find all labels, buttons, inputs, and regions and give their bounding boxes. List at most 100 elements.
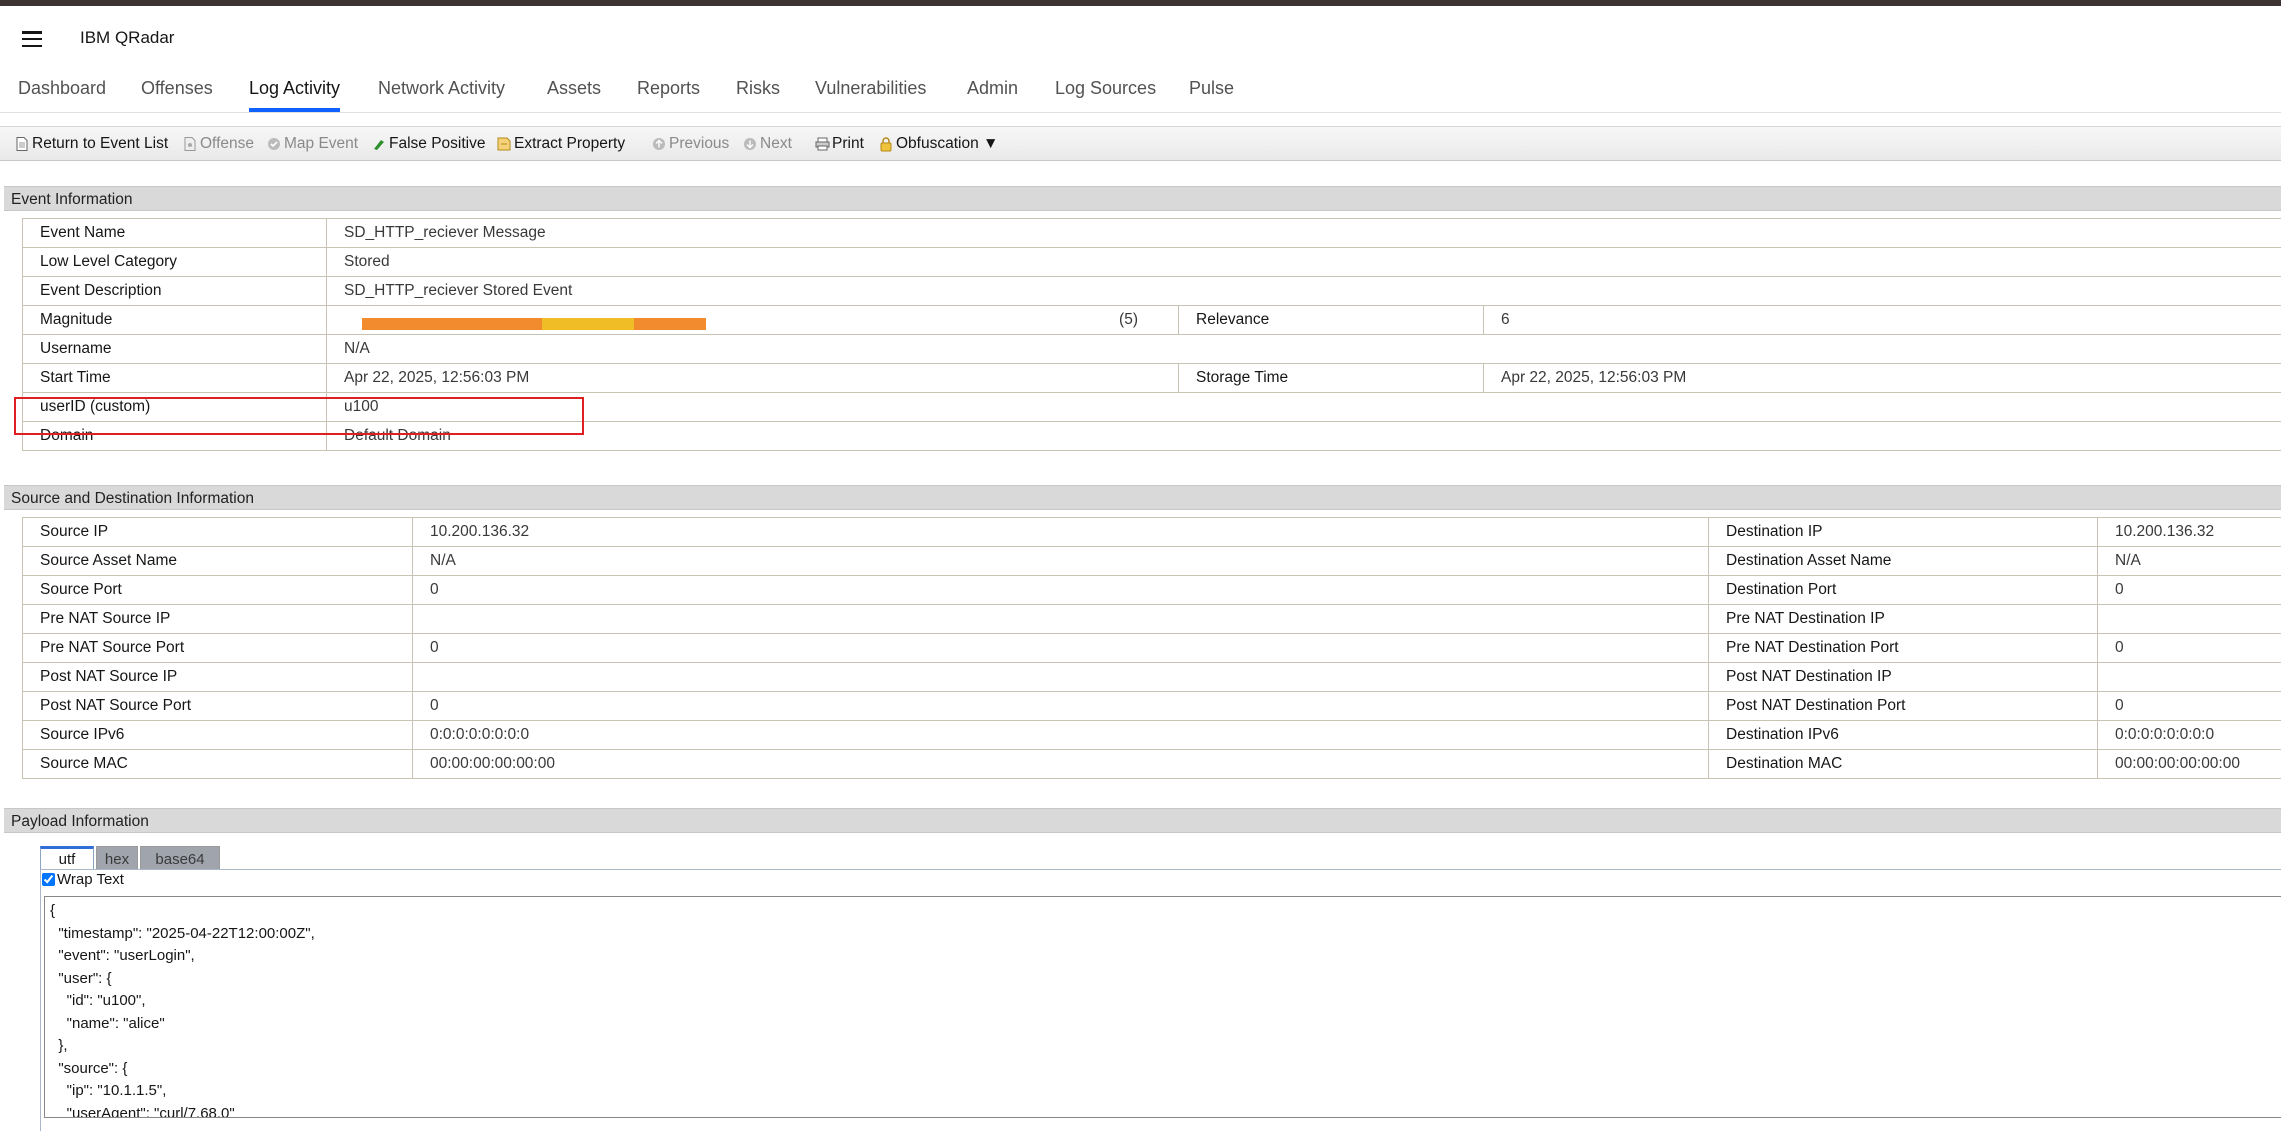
tab-pulse[interactable]: Pulse [1189, 78, 1234, 99]
event-toolbar: Return to Event List Offense Map Event F… [0, 126, 2281, 161]
domain-value: Default Domain [325, 421, 2281, 451]
source-asset-value: N/A [412, 546, 1709, 576]
dest-port-value: 0 [2097, 575, 2281, 605]
return-to-event-list-button[interactable]: Return to Event List [15, 135, 168, 153]
source-asset-label: Source Asset Name [22, 546, 413, 576]
table-row: Event Name SD_HTTP_reciever Message [22, 218, 2281, 248]
post-nat-source-port-label: Post NAT Source Port [22, 691, 413, 721]
obfuscation-dropdown[interactable]: Obfuscation ▼ [879, 135, 998, 153]
tab-hex[interactable]: hex [96, 846, 138, 870]
event-description-value: SD_HTTP_reciever Stored Event [325, 276, 2281, 306]
username-value: N/A [325, 334, 2281, 364]
app-header: IBM QRadar [0, 6, 2281, 70]
table-row: Source IPv6 0:0:0:0:0:0:0:0 Destination … [22, 720, 2281, 750]
username-label: Username [22, 334, 327, 364]
table-row: Domain Default Domain [22, 421, 2281, 451]
magnitude-bar-segment [542, 318, 634, 330]
source-port-label: Source Port [22, 575, 413, 605]
source-destination-header: Source and Destination Information [4, 485, 2281, 510]
table-row: Event Description SD_HTTP_reciever Store… [22, 276, 2281, 306]
storage-time-label: Storage Time [1178, 363, 1484, 393]
table-row: Post NAT Source Port 0 Post NAT Destinat… [22, 691, 2281, 721]
dest-asset-label: Destination Asset Name [1708, 546, 2098, 576]
low-level-category-value: Stored [325, 247, 2281, 277]
tab-dashboard[interactable]: Dashboard [18, 78, 106, 99]
source-destination-table: Source IP 10.200.136.32 Destination IP 1… [22, 517, 2281, 779]
table-row: Username N/A [22, 334, 2281, 364]
tab-network-activity[interactable]: Network Activity [378, 78, 505, 99]
tab-log-activity[interactable]: Log Activity [249, 78, 341, 112]
event-information-header: Event Information [4, 186, 2281, 211]
hamburger-menu-icon[interactable] [22, 31, 42, 48]
post-nat-source-port-value: 0 [412, 691, 1709, 721]
previous-button[interactable]: Previous [652, 135, 729, 153]
tab-admin[interactable]: Admin [967, 78, 1018, 99]
dest-ipv6-value: 0:0:0:0:0:0:0:0 [2097, 720, 2281, 750]
tab-assets[interactable]: Assets [547, 78, 601, 99]
event-name-label: Event Name [22, 218, 327, 248]
tab-vulnerabilities[interactable]: Vulnerabilities [815, 78, 926, 99]
false-positive-icon [372, 137, 386, 152]
post-nat-dest-ip-label: Post NAT Destination IP [1708, 662, 2098, 692]
pre-nat-dest-port-label: Pre NAT Destination Port [1708, 633, 2098, 663]
pre-nat-dest-port-value: 0 [2097, 633, 2281, 663]
pre-nat-source-ip-value [412, 604, 1709, 634]
wrap-text-label: Wrap Text [57, 871, 124, 888]
relevance-label: Relevance [1178, 305, 1484, 335]
tab-risks[interactable]: Risks [736, 78, 780, 99]
dest-mac-value: 00:00:00:00:00:00 [2097, 749, 2281, 779]
source-mac-label: Source MAC [22, 749, 413, 779]
payload-content[interactable]: { "timestamp": "2025-04-22T12:00:00Z", "… [44, 896, 2281, 1118]
next-button[interactable]: Next [743, 135, 792, 153]
dest-asset-value: N/A [2097, 546, 2281, 576]
post-nat-dest-port-label: Post NAT Destination Port [1708, 691, 2098, 721]
main-nav: Dashboard Offenses Log Activity Network … [0, 70, 2281, 113]
false-positive-button[interactable]: False Positive [372, 135, 485, 153]
dest-port-label: Destination Port [1708, 575, 2098, 605]
start-time-value: Apr 22, 2025, 12:56:03 PM [326, 363, 1179, 393]
table-row: Source MAC 00:00:00:00:00:00 Destination… [22, 749, 2281, 779]
tab-log-sources[interactable]: Log Sources [1055, 78, 1156, 99]
userid-label: userID (custom) [22, 392, 327, 422]
tab-base64[interactable]: base64 [140, 846, 220, 870]
source-port-value: 0 [412, 575, 1709, 605]
table-row: Source IP 10.200.136.32 Destination IP 1… [22, 517, 2281, 547]
domain-label: Domain [22, 421, 327, 451]
source-mac-value: 00:00:00:00:00:00 [412, 749, 1709, 779]
table-row: Source Port 0 Destination Port 0 [22, 575, 2281, 605]
source-ipv6-value: 0:0:0:0:0:0:0:0 [412, 720, 1709, 750]
table-row: Post NAT Source IP Post NAT Destination … [22, 662, 2281, 692]
printer-icon [815, 137, 830, 152]
wrap-text-checkbox[interactable] [42, 873, 55, 886]
post-nat-source-ip-label: Post NAT Source IP [22, 662, 413, 692]
dest-ipv6-label: Destination IPv6 [1708, 720, 2098, 750]
relevance-value: 6 [1482, 305, 2281, 335]
extract-property-button[interactable]: Extract Property [497, 135, 625, 153]
pre-nat-source-port-value: 0 [412, 633, 1709, 663]
event-information-table: Event Name SD_HTTP_reciever Message Low … [22, 218, 2281, 451]
offense-document-icon [183, 136, 197, 152]
document-icon [15, 136, 29, 152]
tab-reports[interactable]: Reports [637, 78, 700, 99]
magnitude-label: Magnitude [22, 305, 327, 335]
pre-nat-dest-ip-label: Pre NAT Destination IP [1708, 604, 2098, 634]
payload-information-header: Payload Information [4, 808, 2281, 833]
source-ip-value: 10.200.136.32 [412, 517, 1709, 547]
dest-ip-label: Destination IP [1708, 517, 2098, 547]
offense-button[interactable]: Offense [183, 135, 254, 153]
post-nat-dest-port-value: 0 [2097, 691, 2281, 721]
brand-title: IBM QRadar [80, 28, 175, 47]
dest-ip-value: 10.200.136.32 [2097, 517, 2281, 547]
tab-offenses[interactable]: Offenses [141, 78, 213, 99]
lock-icon [879, 136, 893, 152]
map-event-button[interactable]: Map Event [267, 135, 358, 153]
arrow-down-icon [743, 137, 757, 152]
table-row: Pre NAT Source IP Pre NAT Destination IP [22, 604, 2281, 634]
tab-utf[interactable]: utf [40, 846, 94, 870]
magnitude-bar-segment [362, 318, 542, 330]
source-ip-label: Source IP [22, 517, 413, 547]
extract-property-icon [497, 137, 511, 152]
event-name-value: SD_HTTP_reciever Message [325, 218, 2281, 248]
pre-nat-source-port-label: Pre NAT Source Port [22, 633, 413, 663]
print-button[interactable]: Print [815, 135, 864, 153]
